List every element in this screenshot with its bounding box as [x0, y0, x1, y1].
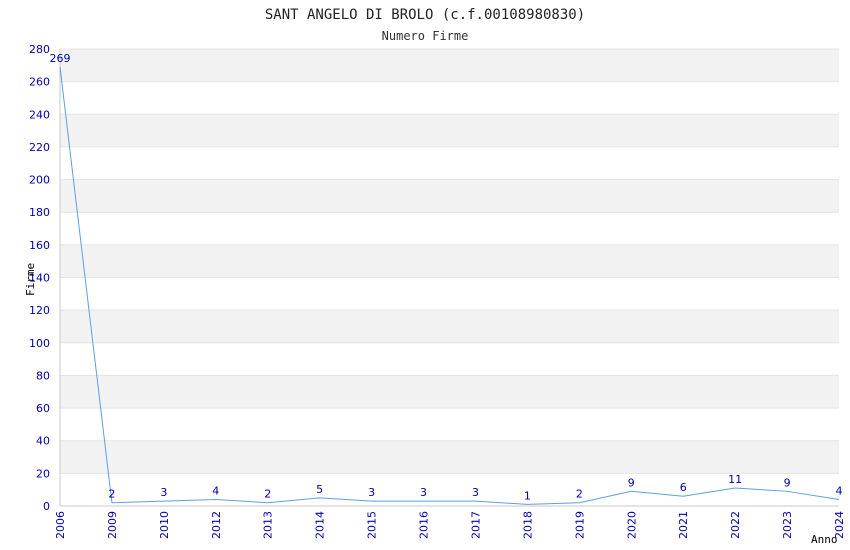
x-tick-label: 2014	[314, 511, 327, 539]
y-tick-label: 200	[29, 174, 50, 187]
x-tick-label: 2020	[625, 511, 638, 539]
y-tick-label: 180	[29, 206, 50, 219]
grid-band	[60, 440, 839, 474]
y-axis-title: Firme	[24, 263, 37, 296]
y-tick-label: 240	[29, 108, 50, 121]
grid-band	[60, 81, 839, 115]
data-label: 3	[160, 486, 167, 499]
y-tick-label: 260	[29, 76, 50, 89]
x-tick-label: 2019	[573, 511, 586, 539]
x-axis-title: Anno	[811, 533, 838, 546]
y-tick-label: 80	[36, 369, 50, 382]
data-label: 2	[264, 488, 271, 501]
y-tick-label: 0	[43, 500, 50, 513]
data-label: 269	[50, 52, 71, 65]
x-tick-label: 2017	[469, 511, 482, 539]
y-tick-label: 120	[29, 304, 50, 317]
y-tick-label: 160	[29, 239, 50, 252]
grid-band	[60, 375, 839, 409]
data-label: 4	[212, 484, 219, 497]
grid-band	[60, 179, 839, 213]
x-tick-label: 2023	[781, 511, 794, 539]
data-label: 2	[108, 488, 115, 501]
grid-band	[60, 146, 839, 180]
x-tick-label: 2009	[106, 511, 119, 539]
y-tick-label: 100	[29, 337, 50, 350]
data-label: 3	[368, 486, 375, 499]
y-tick-label: 220	[29, 141, 50, 154]
data-label: 3	[472, 486, 479, 499]
chart: 020406080100120140160180200220240260280 …	[24, 7, 846, 546]
x-tick-label: 2015	[366, 511, 379, 539]
x-tick-label: 2010	[158, 511, 171, 539]
grid-band	[60, 49, 839, 82]
x-tick-label: 2018	[521, 511, 534, 539]
x-tick-label: 2022	[729, 511, 742, 539]
y-tick-label: 60	[36, 402, 50, 415]
grid-band	[60, 408, 839, 441]
grid-band	[60, 277, 839, 311]
grid-band	[60, 114, 839, 147]
x-tick-label: 2006	[54, 511, 67, 539]
chart-title: SANT ANGELO DI BROLO (c.f.00108980830)	[265, 7, 585, 23]
grid-band	[60, 212, 839, 245]
data-label: 1	[524, 489, 531, 502]
grid-band	[60, 310, 839, 343]
chart-subtitle: Numero Firme	[382, 29, 469, 43]
data-label: 4	[836, 484, 843, 497]
data-label: 3	[420, 486, 427, 499]
data-label: 5	[316, 483, 323, 496]
data-label: 9	[784, 476, 791, 489]
x-tick-label: 2013	[262, 511, 275, 539]
x-tick-label: 2021	[677, 511, 690, 539]
grid-band	[60, 342, 839, 376]
data-label: 11	[728, 473, 742, 486]
grid-band	[60, 244, 839, 278]
x-tick-labels: 2006 2009 2010 2012 2013 2014 2015 2016 2017 2018…	[54, 511, 846, 539]
x-tick-label: 2012	[210, 511, 223, 539]
y-tick-label: 280	[29, 43, 50, 56]
data-label: 9	[628, 476, 635, 489]
data-label: 6	[680, 481, 687, 494]
x-tick-label: 2016	[418, 511, 431, 539]
data-label: 2	[576, 488, 583, 501]
y-tick-label: 20	[36, 467, 50, 480]
y-tick-label: 40	[36, 435, 50, 448]
